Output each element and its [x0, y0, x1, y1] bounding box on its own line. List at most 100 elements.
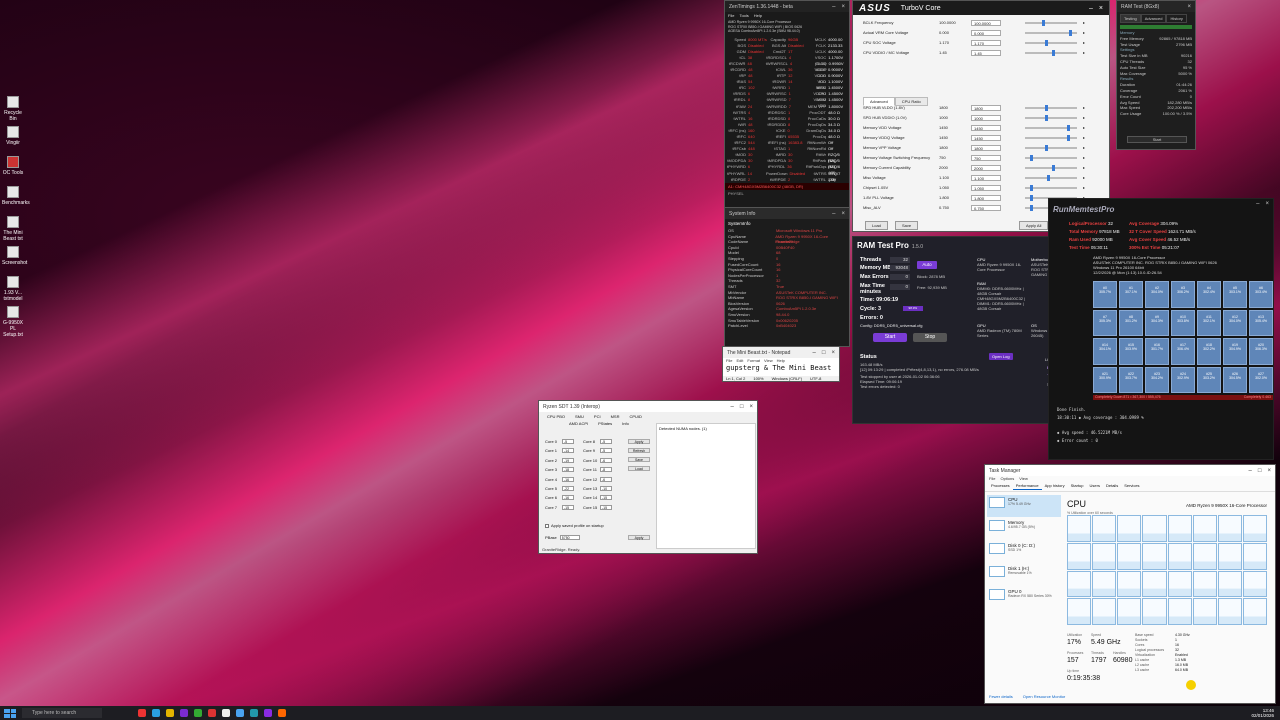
minimize-icon[interactable]: – — [1256, 201, 1259, 207]
menu-tools[interactable]: Tools — [739, 13, 748, 18]
slider-knob[interactable] — [1051, 165, 1055, 171]
tab-amd-acpi[interactable]: AMD ACPI — [569, 421, 588, 426]
slider-knob[interactable] — [1066, 125, 1070, 131]
slider-knob[interactable] — [1029, 155, 1033, 161]
setting-slider[interactable] — [1025, 145, 1077, 151]
tab-processes[interactable]: Processes — [988, 482, 1013, 490]
desktop-icon-6[interactable]: 1.93 V... txtmodel — [2, 276, 24, 302]
setting-slider[interactable] — [1025, 20, 1077, 26]
setting-input[interactable]: 1450 — [971, 135, 1001, 141]
slider-knob[interactable] — [1029, 205, 1033, 211]
slider-knob[interactable] — [1069, 30, 1073, 36]
taskbar-app-icon[interactable] — [236, 709, 244, 717]
taskbar-app-icon[interactable] — [166, 709, 174, 717]
menu-options[interactable]: Options — [1000, 476, 1014, 481]
slider-knob[interactable] — [1044, 105, 1048, 111]
core-offset-input[interactable]: -19 — [562, 457, 574, 463]
core-offset-input[interactable]: -5 — [562, 439, 574, 444]
desktop-icon-recycle-bin[interactable]: Recycle Bin — [2, 96, 24, 122]
arrow-right-icon[interactable]: ▸ — [1083, 133, 1085, 143]
tab-history[interactable]: History — [1166, 14, 1187, 23]
setting-slider[interactable] — [1025, 105, 1077, 111]
setting-slider[interactable] — [1025, 40, 1077, 46]
core-offset-input[interactable]: -6 — [600, 476, 612, 482]
arrow-right-icon[interactable]: ▸ — [1083, 113, 1085, 123]
memory-input[interactable]: 93048 — [890, 265, 910, 271]
arrow-right-icon[interactable]: ▸ — [1083, 153, 1085, 163]
core-offset-input[interactable]: -14 — [562, 448, 574, 454]
core-offset-input[interactable]: -15 — [600, 495, 612, 501]
taskbar-app-icon[interactable] — [180, 709, 188, 717]
start-button[interactable]: Start — [873, 333, 907, 342]
desktop-icon-5[interactable]: Screenshot — [2, 246, 27, 266]
desktop-icon-4[interactable]: The Mini Beast txt — [2, 216, 24, 242]
system-clock[interactable]: 13:46 02/01/2026 — [1251, 708, 1274, 718]
tab-testing[interactable]: Testing — [1120, 14, 1141, 23]
arrow-right-icon[interactable]: ▸ — [1083, 123, 1085, 133]
apply-pbase-button[interactable]: Apply — [628, 535, 650, 540]
desktop-icon-1[interactable]: Vingiir — [2, 126, 24, 146]
setting-slider[interactable] — [1025, 50, 1077, 56]
setting-input[interactable]: 0.750 — [971, 205, 1001, 211]
system-info-titlebar[interactable]: System Info – × — [725, 208, 849, 219]
desktop-icon-7[interactable]: G-9950X PL Setup.txt — [2, 306, 24, 338]
start-button[interactable]: Start — [1127, 136, 1187, 143]
minimize-icon[interactable]: – — [813, 350, 816, 356]
slider-knob[interactable] — [1047, 175, 1051, 181]
setting-input[interactable]: 1.050 — [971, 185, 1001, 191]
save-button[interactable]: Save — [895, 221, 919, 230]
desktop-icon-2[interactable]: OC Tools — [2, 156, 24, 176]
taskbar-app-icon[interactable] — [138, 709, 146, 717]
tab-smu[interactable]: SMU — [575, 414, 584, 419]
setting-input[interactable]: 750 — [971, 155, 1001, 161]
setting-input[interactable]: 1.100 — [971, 175, 1001, 181]
menu-edit[interactable]: Edit — [736, 358, 743, 363]
tab-details[interactable]: Details — [1103, 482, 1121, 490]
setting-input[interactable]: 1800 — [971, 145, 1001, 151]
setting-slider[interactable] — [1025, 175, 1077, 181]
performance-item[interactable]: Disk 1 (H:) Removable 1% — [987, 564, 1061, 586]
setting-input[interactable]: 1.45 — [971, 50, 1001, 56]
taskbar-app-icon[interactable] — [278, 709, 286, 717]
core-offset-input[interactable]: -16 — [562, 495, 574, 501]
performance-item[interactable]: CPU 17% 5.49 GHz — [987, 495, 1061, 517]
core-offset-input[interactable]: -18 — [562, 467, 574, 473]
load-button[interactable]: Load — [865, 221, 888, 230]
tab-users[interactable]: Users — [1087, 482, 1103, 490]
arrow-right-icon[interactable]: ▸ — [1083, 163, 1085, 173]
arrow-right-icon[interactable]: ▸ — [1083, 183, 1085, 193]
core-offset-input[interactable]: -15 — [600, 504, 612, 510]
zentimings-tab[interactable]: PHYSEL — [725, 190, 849, 197]
ramtest-titlebar[interactable]: RAM Test (8Gx8) × — [1117, 1, 1195, 12]
core-offset-input[interactable]: -22 — [562, 486, 574, 491]
menu-view[interactable]: View — [1019, 476, 1028, 481]
minimize-icon[interactable]: – — [832, 211, 835, 217]
core-offset-input[interactable]: -15 — [562, 504, 574, 510]
ryzen-sdt-titlebar[interactable]: Ryzen SDT 1.39 (Interop) – □ × — [539, 401, 757, 412]
slider-knob[interactable] — [1066, 135, 1070, 141]
arrow-right-icon[interactable]: ▸ — [1083, 38, 1085, 48]
notepad-titlebar[interactable]: The Mini Beast.txt - Notepad – □ × — [723, 347, 839, 358]
setting-slider[interactable] — [1025, 30, 1077, 36]
tab-info[interactable]: Info — [622, 421, 629, 426]
slider-knob[interactable] — [1029, 185, 1033, 191]
taskbar-app-icon[interactable] — [250, 709, 258, 717]
save-button[interactable]: Save — [628, 457, 650, 462]
menu-format[interactable]: Format — [747, 358, 760, 363]
core-offset-input[interactable]: -6 — [600, 457, 612, 463]
maximize-icon[interactable]: □ — [822, 350, 826, 356]
close-icon[interactable]: × — [841, 4, 845, 10]
open-log-button[interactable]: Open Log — [989, 353, 1013, 360]
tab-msr[interactable]: MSR — [611, 414, 620, 419]
setting-input[interactable]: 0.000 — [971, 30, 1001, 36]
arrow-right-icon[interactable]: ▸ — [1083, 48, 1085, 58]
tab-cpuid[interactable]: CPUID — [629, 414, 641, 419]
tab-startup[interactable]: Startup — [1068, 482, 1087, 490]
max-errors-input[interactable]: 0 — [890, 274, 910, 280]
slider-knob[interactable] — [1044, 40, 1048, 46]
taskbar-search[interactable]: Type here to search — [22, 708, 102, 718]
tab-app-history[interactable]: App history — [1042, 482, 1068, 490]
core-offset-input[interactable]: -16 — [562, 476, 574, 482]
close-icon[interactable]: × — [841, 211, 845, 217]
arrow-right-icon[interactable]: ▸ — [1083, 173, 1085, 183]
